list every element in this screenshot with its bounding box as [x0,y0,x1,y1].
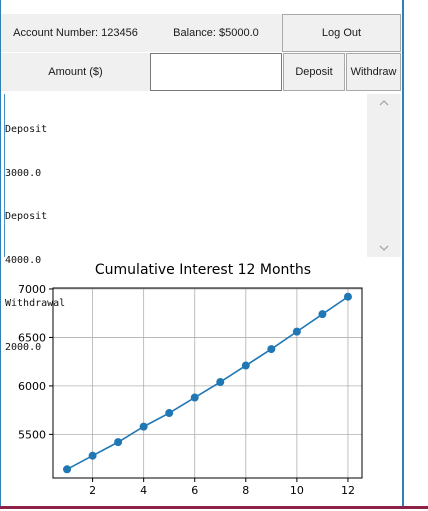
log-scrollbar[interactable] [367,94,401,257]
amount-input[interactable] [150,53,282,91]
balance-label: Balance: $5000.0 [150,14,282,52]
banking-window: Account Number: 123456 Balance: $5000.0 … [0,0,428,509]
x-tick-label: 4 [140,484,147,497]
withdraw-button[interactable]: Withdraw [346,53,401,91]
window-right-border [402,0,404,509]
chevron-down-icon[interactable] [367,241,401,255]
log-line: 3000.0 [5,167,42,179]
x-tick-label: 12 [341,484,355,497]
data-point [267,345,276,354]
interest-chart: Cumulative Interest 12 Months 2 4 6 8 10 12 55… [0,257,402,506]
data-point [292,327,301,336]
amount-label: Amount ($) [1,53,150,91]
data-point [343,292,352,301]
chart-title: Cumulative Interest 12 Months [95,262,311,278]
log-line: Deposit [5,211,48,222]
data-point [139,422,148,431]
data-point [190,393,199,402]
x-tick-label: 8 [242,484,249,497]
log-line: Deposit [5,124,48,135]
y-tick-label: 5500 [18,428,46,441]
x-tick-label: 6 [191,484,198,497]
chart-svg: Cumulative Interest 12 Months 2 4 6 8 10 12 55… [18,262,363,497]
transaction-log[interactable]: Deposit 3000.0 Deposit 4000.0 Withdrawal… [4,94,367,353]
data-point [241,361,250,370]
x-tick-label: 10 [290,484,304,497]
y-tick-label: 6000 [18,380,46,393]
series-line [66,296,349,470]
x-tick-label: 2 [89,484,96,497]
chevron-up-icon[interactable] [367,96,401,110]
data-point [114,438,123,447]
account-number-label: Account Number: 123456 [1,14,150,52]
data-point [165,409,174,418]
data-point [88,451,97,460]
y-tick-label: 7000 [18,283,46,296]
data-point [216,378,225,387]
data-point [63,465,72,474]
data-point [318,310,327,319]
plot-frame [52,287,363,479]
y-tick-label: 6500 [18,331,46,344]
deposit-button[interactable]: Deposit [283,53,345,91]
logout-button[interactable]: Log Out [282,14,401,52]
